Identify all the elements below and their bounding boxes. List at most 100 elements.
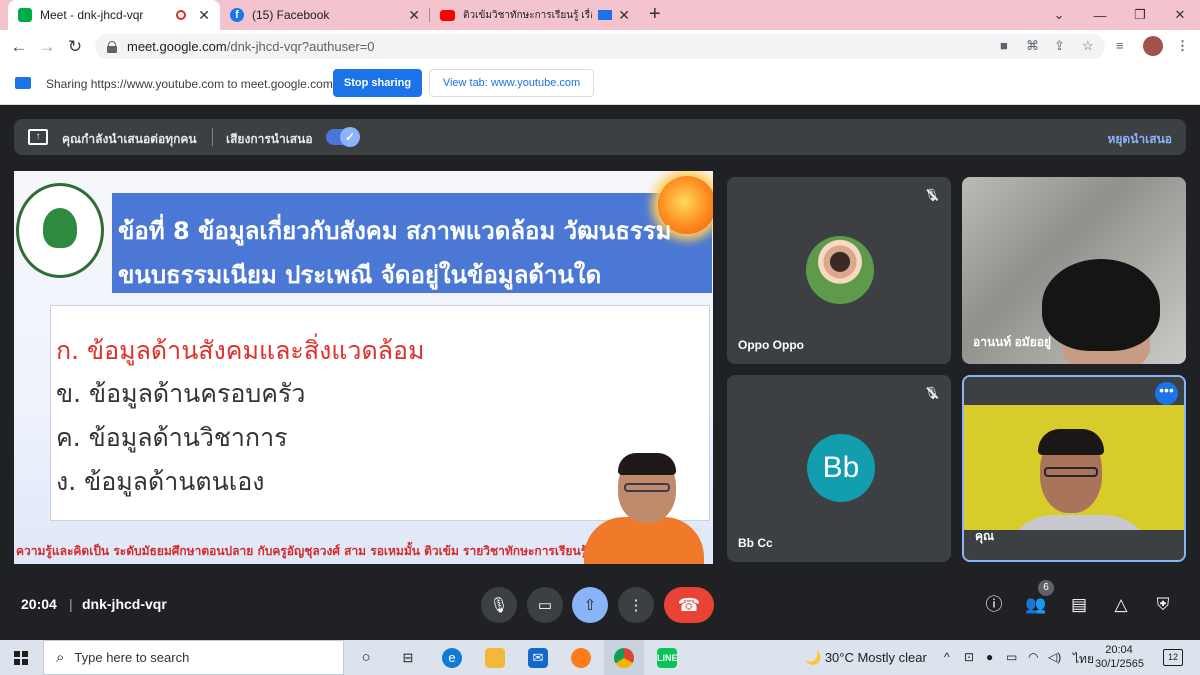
participant-tile[interactable]: อานนท์ อมัยอยู่ — [962, 177, 1186, 364]
stop-sharing-button[interactable]: Stop sharing — [333, 69, 422, 97]
back-icon[interactable]: ← — [8, 36, 30, 58]
video-camera-icon: ▭ — [537, 597, 553, 614]
divider: | — [69, 596, 73, 612]
participant-tile[interactable]: 🎙 Bb Bb Cc — [727, 375, 951, 562]
weather-text: 30°C Mostly clear — [824, 650, 927, 665]
search-placeholder: Type here to search — [74, 650, 190, 665]
system-clock[interactable]: 20:04 30/1/2565 — [1095, 643, 1144, 671]
notification-icon[interactable]: 12 — [1163, 649, 1183, 666]
tab-facebook[interactable]: f (15) Facebook ✕ — [220, 0, 430, 30]
close-window-button[interactable]: ✕ — [1160, 0, 1200, 30]
address-bar[interactable]: meet.google.com/dnk-jhcd-vqr?authuser=0 — [95, 34, 1105, 59]
microphone-button[interactable]: 🎙 — [481, 587, 517, 623]
firefox-icon[interactable] — [571, 648, 591, 668]
new-tab-button[interactable]: + — [649, 3, 661, 26]
volume-icon[interactable]: ◁) — [1048, 650, 1061, 664]
task-view-icon[interactable]: ⊟ — [398, 648, 418, 668]
meeting-info-icon[interactable]: ⓘ — [983, 594, 1005, 616]
meeting-code: dnk-jhcd-vqr — [82, 596, 167, 612]
school-logo — [16, 183, 104, 278]
taskbar-search-box[interactable]: ⌕ Type here to search — [43, 640, 344, 675]
screen-share-icon — [15, 77, 31, 89]
restore-button[interactable]: ❐ — [1120, 0, 1160, 30]
view-tab-button[interactable]: View tab: www.youtube.com — [429, 69, 594, 97]
self-video — [964, 377, 1184, 405]
tab-youtube[interactable]: ติวเข้มวิชาทักษะการเรียนรู้ เรื่อง ก ✕ — [430, 0, 640, 30]
chrome-icon[interactable] — [614, 648, 634, 668]
google-meet-icon — [18, 8, 32, 22]
close-icon[interactable]: ✕ — [408, 7, 420, 24]
cortana-icon[interactable]: ○ — [356, 648, 376, 668]
search-icon: ⌕ — [56, 649, 65, 666]
presenting-banner: ↑ คุณกำลังนำเสนอต่อทุกคน เสียงการนำเสนอ … — [14, 119, 1186, 155]
sharing-icon — [598, 10, 613, 20]
language-indicator[interactable]: ไทย — [1073, 650, 1094, 669]
presenter-video — [572, 447, 713, 564]
self-video — [1044, 467, 1098, 477]
bookmark-star-icon[interactable]: ☆ — [1082, 38, 1094, 54]
chat-icon[interactable]: ▤ — [1068, 594, 1090, 616]
presenting-status: คุณกำลังนำเสนอต่อทุกคน — [62, 132, 197, 146]
reload-icon[interactable]: ↻ — [64, 36, 86, 58]
tab-meet[interactable]: Meet - dnk-jhcd-vqr ✕ — [8, 0, 220, 30]
share-icon[interactable]: ⇪ — [1054, 38, 1065, 54]
mic-off-icon: 🎙 — [924, 386, 940, 400]
recording-icon — [176, 10, 187, 20]
participant-tile[interactable]: 🎙 Oppo Oppo — [727, 177, 951, 364]
profile-avatar[interactable] — [1143, 36, 1163, 56]
chevron-up-icon[interactable]: ^ — [944, 650, 950, 664]
participant-video — [1042, 259, 1160, 351]
presentation-slide: ข้อที่ 8 ข้อมูลเกี่ยวกับสังคม สภาพแวดล้อ… — [14, 171, 713, 564]
file-explorer-icon[interactable] — [485, 648, 505, 668]
clock-time: 20:04 — [1105, 644, 1133, 656]
meet-tray-icon[interactable]: ⊡ — [964, 650, 974, 664]
battery-icon[interactable]: ▭ — [1006, 650, 1017, 664]
question-line-1: ข้อที่ 8 ข้อมูลเกี่ยวกับสังคม สภาพแวดล้อ… — [118, 217, 672, 245]
present-screen-icon: ↑ — [28, 129, 48, 145]
presentation-audio-label: เสียงการนำเสนอ — [226, 132, 313, 146]
present-button[interactable]: ⇧ — [572, 587, 608, 623]
translate-icon[interactable]: ⌘ — [1026, 38, 1039, 54]
tab-search-icon[interactable]: ⌄ — [1039, 0, 1079, 30]
browser-tab-strip: Meet - dnk-jhcd-vqr ✕ f (15) Facebook ✕ … — [0, 0, 1200, 30]
self-video — [964, 530, 1184, 560]
hang-up-icon: ☎ — [677, 594, 701, 615]
camera-icon[interactable]: ■ — [1000, 38, 1008, 53]
avatar — [806, 236, 874, 304]
slide-footer-banner: ความรู้และคิดเป็น ระดับมัธยมศึกษาตอนปลาย… — [16, 544, 627, 558]
close-icon[interactable]: ✕ — [618, 7, 630, 24]
menu-icon[interactable]: ⋮ — [1176, 38, 1189, 54]
tab-title: (15) Facebook — [252, 8, 330, 22]
presentation-audio-toggle[interactable]: ✓ — [326, 127, 360, 147]
participant-name: คุณ — [975, 529, 995, 543]
host-controls-icon[interactable]: ⛨ — [1152, 594, 1174, 616]
self-view-tile[interactable]: ••• คุณ — [962, 375, 1186, 562]
close-icon[interactable]: ✕ — [198, 7, 210, 24]
minimize-button[interactable]: — — [1080, 0, 1120, 30]
camera-button[interactable]: ▭ — [527, 587, 563, 623]
mic-tray-icon[interactable]: ● — [986, 650, 993, 664]
people-icon[interactable]: 👥 — [1025, 594, 1047, 616]
edge-icon[interactable]: e — [442, 648, 462, 668]
windows-start-icon[interactable] — [14, 651, 28, 665]
media-control-icon[interactable]: ≡ — [1116, 38, 1124, 53]
line-icon[interactable]: LINE — [657, 648, 678, 668]
wifi-icon[interactable]: ◠ — [1028, 650, 1038, 664]
url-host: meet.google.com — [127, 39, 227, 54]
clock-date: 30/1/2565 — [1095, 658, 1144, 670]
participant-name: Oppo Oppo — [738, 338, 804, 352]
present-screen-icon: ⇧ — [583, 597, 597, 614]
meeting-time: 20:04 — [21, 596, 57, 612]
stop-presenting-button[interactable]: หยุดนำเสนอ — [1107, 130, 1172, 149]
sharing-status-text: Sharing https://www.youtube.com to meet.… — [46, 77, 333, 91]
activities-icon[interactable]: △ — [1110, 594, 1132, 616]
avatar: Bb — [807, 434, 875, 502]
mail-icon[interactable]: ✉ — [528, 648, 548, 668]
more-options-icon[interactable]: ••• — [1155, 382, 1178, 405]
more-options-button[interactable]: ⋮ — [618, 587, 654, 623]
weather-widget[interactable]: 🌙 30°C Mostly clear — [805, 650, 927, 666]
leave-call-button[interactable]: ☎ — [664, 587, 714, 623]
windows-taskbar: ⌕ Type here to search ○ ⊟ e ✉ LINE 🌙 30°… — [0, 640, 1200, 675]
more-vert-icon: ⋮ — [628, 597, 644, 614]
forward-icon[interactable]: → — [36, 36, 58, 58]
